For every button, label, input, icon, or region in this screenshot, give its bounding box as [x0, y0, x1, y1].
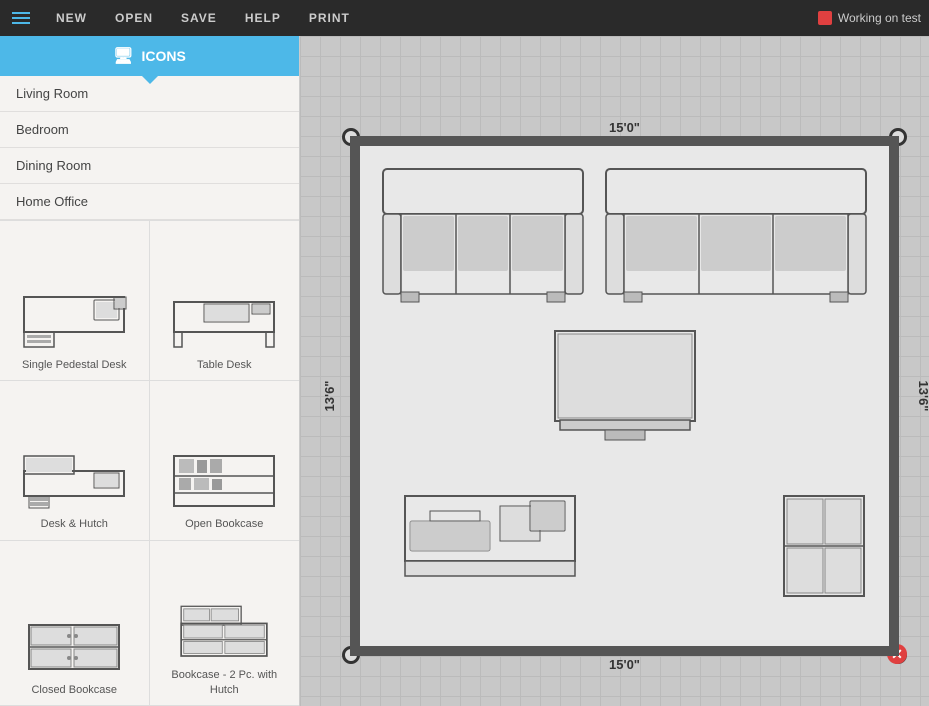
bookcase-2pc-hutch-icon — [169, 602, 279, 662]
closed-bookcase-canvas-icon — [779, 491, 869, 601]
single-pedestal-desk-icon — [19, 292, 129, 352]
save-button[interactable]: SAVE — [175, 7, 223, 29]
help-button[interactable]: HELP — [239, 7, 287, 29]
print-button[interactable]: PRINT — [303, 7, 356, 29]
sofa-left[interactable] — [378, 164, 588, 314]
table-desk-label: Table Desk — [197, 358, 251, 372]
icons-tab[interactable]: 🖥 ICONS — [0, 36, 299, 76]
main-layout: 🖥 ICONS Living Room Bedroom Dining Room … — [0, 36, 929, 706]
canvas-area[interactable]: 15'0" 15'0" 13'6" 13'6" ✕ — [300, 36, 929, 706]
new-button[interactable]: NEW — [50, 7, 93, 29]
open-button[interactable]: OPEN — [109, 7, 159, 29]
table-desk-icon — [169, 292, 279, 352]
tv-unit-icon — [550, 326, 700, 446]
room[interactable] — [350, 136, 899, 656]
tv-unit[interactable] — [550, 326, 700, 451]
furniture-item-closed-bookcase[interactable]: Closed Bookcase — [0, 541, 150, 706]
working-indicator: Working on test — [818, 11, 921, 25]
desk-with-items-icon — [400, 491, 580, 581]
closed-bookcase-icon — [19, 617, 129, 677]
hamburger-menu[interactable] — [8, 8, 34, 28]
toolbar: NEW OPEN SAVE HELP PRINT Working on test — [0, 0, 929, 36]
sidebar-item-bedroom[interactable]: Bedroom — [0, 112, 299, 148]
furniture-item-desk-hutch[interactable]: Desk & Hutch — [0, 381, 150, 541]
working-dot-icon — [818, 11, 832, 25]
sofa-left-icon — [378, 164, 588, 309]
desk-with-items[interactable] — [400, 491, 580, 586]
dimension-bottom: 15'0" — [609, 657, 640, 672]
furniture-grid: Single Pedestal Desk Table Desk — [0, 221, 299, 706]
sidebar-item-home-office[interactable]: Home Office — [0, 184, 299, 220]
bookcase-2pc-hutch-label: Bookcase - 2 Pc. with Hutch — [158, 668, 292, 697]
desk-hutch-icon — [19, 451, 129, 511]
furniture-item-bookcase-2pc-hutch[interactable]: Bookcase - 2 Pc. with Hutch — [150, 541, 300, 706]
open-bookcase-label: Open Bookcase — [185, 517, 263, 531]
sidebar-item-dining-room[interactable]: Dining Room — [0, 148, 299, 184]
open-bookcase-icon — [169, 451, 279, 511]
category-list: Living Room Bedroom Dining Room Home Off… — [0, 76, 299, 221]
icons-tab-icon: 🖥 — [113, 46, 133, 66]
dimension-right: 13'6" — [916, 381, 929, 412]
desk-hutch-label: Desk & Hutch — [41, 517, 108, 531]
furniture-item-open-bookcase[interactable]: Open Bookcase — [150, 381, 300, 541]
room-container: 15'0" 15'0" 13'6" 13'6" ✕ — [330, 116, 919, 676]
dimension-top: 15'0" — [609, 120, 640, 135]
furniture-item-single-pedestal-desk[interactable]: Single Pedestal Desk — [0, 221, 150, 381]
furniture-item-table-desk[interactable]: Table Desk — [150, 221, 300, 381]
closed-bookcase-label: Closed Bookcase — [31, 683, 117, 697]
sofa-right-icon — [601, 164, 871, 309]
dimension-left: 13'6" — [322, 381, 337, 412]
single-pedestal-desk-label: Single Pedestal Desk — [22, 358, 127, 372]
sidebar: 🖥 ICONS Living Room Bedroom Dining Room … — [0, 36, 300, 706]
working-text: Working on test — [838, 11, 921, 25]
closed-bookcase-canvas[interactable] — [779, 491, 869, 606]
icons-tab-label: ICONS — [141, 48, 185, 64]
sofa-right[interactable] — [601, 164, 871, 314]
